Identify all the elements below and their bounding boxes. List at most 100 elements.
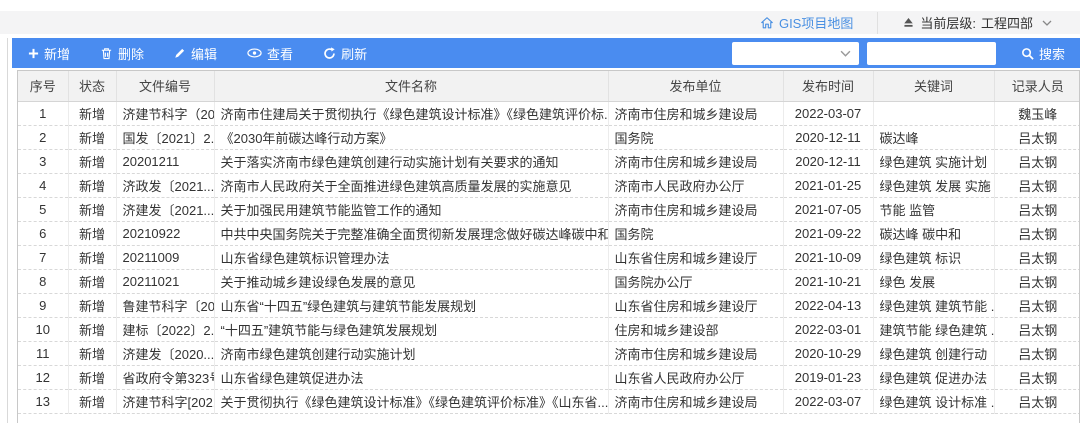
cell-status: 新增 (68, 221, 116, 245)
home-icon (760, 16, 774, 30)
cell-publish-date: 2021-09-22 (783, 221, 873, 245)
table-row[interactable]: 12新增省政府令第323号山东省绿色建筑促进办法山东省人民政府办公厅2019-0… (18, 365, 1080, 389)
current-level-dropdown[interactable]: 当前层级: 工程四部 (902, 13, 1052, 32)
cell-keywords: 绿色建筑 设计标准 ... (873, 389, 994, 413)
cell-keywords: 建筑节能 绿色建筑 ... (873, 317, 994, 341)
cell-doc-name: 《2030年前碳达峰行动方案》 (214, 125, 608, 149)
cell-keywords: 绿色建筑 标识 (873, 245, 994, 269)
cell-keywords: 绿色 发展 (873, 269, 994, 293)
cell-no: 6 (18, 221, 68, 245)
cell-publish-date: 2021-01-25 (783, 173, 873, 197)
cell-status: 新增 (68, 365, 116, 389)
cell-publisher: 山东省住房和城乡建设厅 (608, 245, 783, 269)
cell-keywords: 绿色建筑 发展 实施 (873, 173, 994, 197)
table-row[interactable]: 10新增建标〔2022〕2...“十四五”建筑节能与绿色建筑发展规划住房和城乡建… (18, 317, 1080, 341)
cell-keywords: 绿色建筑 建筑节能 ... (873, 293, 994, 317)
cell-status: 新增 (68, 245, 116, 269)
toolbar: 新增 删除 编辑 查看 刷新 (12, 38, 1080, 68)
cell-doc-number: 鲁建节科字〔20... (116, 293, 214, 317)
cell-no: 7 (18, 245, 68, 269)
cell-doc-name: 中共中央国务院关于完整准确全面贯彻新发展理念做好碳达峰碳中和... (214, 221, 608, 245)
cell-publisher: 济南市人民政府办公厅 (608, 173, 783, 197)
cell-doc-name: 山东省绿色建筑标识管理办法 (214, 245, 608, 269)
refresh-button[interactable]: 刷新 (323, 44, 367, 63)
table-row[interactable]: 9新增鲁建节科字〔20...山东省“十四五”绿色建筑与建筑节能发展规划山东省住房… (18, 293, 1080, 317)
cell-recorder: 吕太钢 (994, 269, 1080, 293)
toolbar-search-group: 搜索 (732, 38, 1080, 68)
cell-status: 新增 (68, 173, 116, 197)
table-header: 序号状态文件编号文件名称发布单位发布时间关键词记录人员 (18, 71, 1080, 101)
table-row[interactable]: 13新增济建节科字[202...关于贯彻执行《绿色建筑设计标准》《绿色建筑评价标… (18, 389, 1080, 413)
cell-recorder: 吕太钢 (994, 173, 1080, 197)
cell-publisher: 山东省人民政府办公厅 (608, 365, 783, 389)
cell-publisher: 国务院 (608, 125, 783, 149)
table-row[interactable]: 4新增济政发〔2021...济南市人民政府关于全面推进绿色建筑高质量发展的实施意… (18, 173, 1080, 197)
app-screen: GIS项目地图 当前层级: 工程四部 新增 删除 (0, 0, 1080, 423)
table-row[interactable]: 11新增济建发〔2020...济南市绿色建筑创建行动实施计划济南市住房和城乡建设… (18, 341, 1080, 365)
cell-doc-number: 济建节科字[202... (116, 389, 214, 413)
search-input[interactable] (867, 42, 996, 65)
table-row[interactable]: 2新增国发〔2021〕2...《2030年前碳达峰行动方案》国务院2020-12… (18, 125, 1080, 149)
cell-publisher: 国务院办公厅 (608, 269, 783, 293)
level-icon (902, 16, 915, 29)
view-button[interactable]: 查看 (247, 44, 293, 63)
gis-project-map-link[interactable]: GIS项目地图 (760, 13, 853, 32)
cell-recorder: 吕太钢 (994, 365, 1080, 389)
top-bar: GIS项目地图 当前层级: 工程四部 (0, 11, 1080, 34)
cell-publisher: 济南市住房和城乡建设局 (608, 101, 783, 125)
column-header-publish-date: 发布时间 (783, 71, 873, 101)
cell-doc-number: 20201211 (116, 149, 214, 173)
cell-recorder: 吕太钢 (994, 149, 1080, 173)
trash-icon (100, 47, 113, 60)
cell-no: 1 (18, 101, 68, 125)
cell-doc-name: 关于落实济南市绿色建筑创建行动实施计划有关要求的通知 (214, 149, 608, 173)
cell-no: 12 (18, 365, 68, 389)
table-row[interactable]: 1新增济建节科字（20...济南市住建局关于贯彻执行《绿色建筑设计标准》《绿色建… (18, 101, 1080, 125)
cell-no: 5 (18, 197, 68, 221)
search-button[interactable]: 搜索 (1004, 38, 1080, 68)
cell-publish-date: 2022-03-07 (783, 389, 873, 413)
add-button[interactable]: 新增 (28, 44, 70, 63)
cell-no: 13 (18, 389, 68, 413)
cell-publisher: 济南市住房和城乡建设局 (608, 389, 783, 413)
cell-keywords: 节能 监管 (873, 197, 994, 221)
cell-doc-number: 建标〔2022〕2... (116, 317, 214, 341)
gis-link-label: GIS项目地图 (779, 13, 853, 32)
table-row[interactable]: 3新增20201211关于落实济南市绿色建筑创建行动实施计划有关要求的通知济南市… (18, 149, 1080, 173)
cell-no: 10 (18, 317, 68, 341)
cell-doc-name: 关于贯彻执行《绿色建筑设计标准》《绿色建筑评价标准》《山东省... (214, 389, 608, 413)
cell-recorder: 吕太钢 (994, 293, 1080, 317)
table-row[interactable]: 5新增济建发〔2021...关于加强民用建筑节能监管工作的通知济南市住房和城乡建… (18, 197, 1080, 221)
cell-publish-date: 2021-07-05 (783, 197, 873, 221)
cell-status: 新增 (68, 317, 116, 341)
table-row[interactable]: 7新增20211009山东省绿色建筑标识管理办法山东省住房和城乡建设厅2021-… (18, 245, 1080, 269)
cell-doc-name: 济南市住建局关于贯彻执行《绿色建筑设计标准》《绿色建筑评价标... (214, 101, 608, 125)
cell-doc-name: 济南市人民政府关于全面推进绿色建筑高质量发展的实施意见 (214, 173, 608, 197)
cell-doc-name: 济南市绿色建筑创建行动实施计划 (214, 341, 608, 365)
cell-doc-number: 20210922 (116, 221, 214, 245)
search-button-label: 搜索 (1039, 44, 1065, 63)
column-header-recorder: 记录人员 (994, 71, 1080, 101)
table-row[interactable]: 6新增20210922中共中央国务院关于完整准确全面贯彻新发展理念做好碳达峰碳中… (18, 221, 1080, 245)
cell-recorder: 吕太钢 (994, 341, 1080, 365)
table-row[interactable]: 8新增20211021关于推动城乡建设绿色发展的意见国务院办公厅2021-10-… (18, 269, 1080, 293)
cell-publish-date: 2021-10-21 (783, 269, 873, 293)
edit-button[interactable]: 编辑 (174, 44, 217, 63)
chevron-down-icon (1042, 20, 1052, 26)
delete-button[interactable]: 删除 (100, 44, 144, 63)
cell-doc-number: 省政府令第323号 (116, 365, 214, 389)
filter-select[interactable] (732, 42, 859, 65)
cell-no: 4 (18, 173, 68, 197)
cell-doc-name: 关于推动城乡建设绿色发展的意见 (214, 269, 608, 293)
panel-splitter[interactable] (0, 38, 8, 423)
cell-publisher: 住房和城乡建设部 (608, 317, 783, 341)
cell-publish-date: 2020-12-11 (783, 125, 873, 149)
cell-doc-name: 山东省“十四五”绿色建筑与建筑节能发展规划 (214, 293, 608, 317)
pencil-icon (174, 47, 186, 59)
column-header-no: 序号 (18, 71, 68, 101)
plus-icon (28, 48, 39, 59)
cell-doc-number: 20211009 (116, 245, 214, 269)
cell-publisher: 济南市住房和城乡建设局 (608, 149, 783, 173)
cell-publish-date: 2020-10-29 (783, 341, 873, 365)
cell-status: 新增 (68, 125, 116, 149)
